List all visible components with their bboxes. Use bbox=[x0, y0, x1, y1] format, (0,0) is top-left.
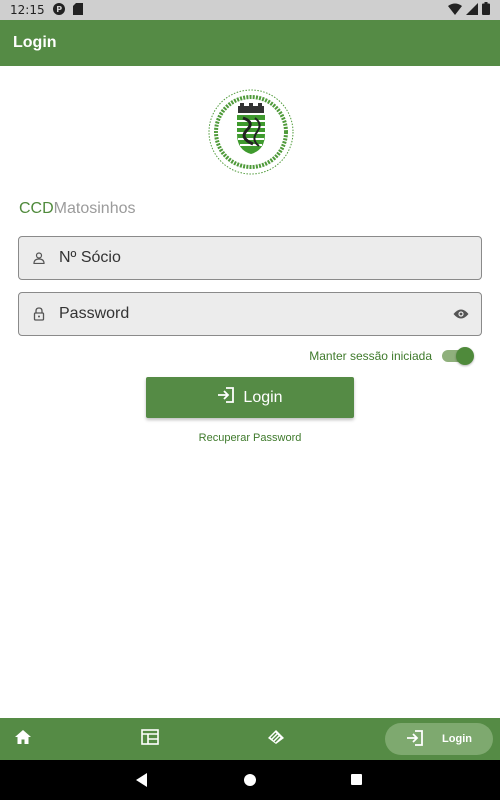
p-notification-icon: P bbox=[52, 2, 65, 18]
nav-login-label: Login bbox=[442, 733, 472, 745]
recover-password-link[interactable]: Recuperar Password bbox=[0, 432, 500, 444]
nav-calendar[interactable] bbox=[135, 718, 165, 760]
system-nav-bar bbox=[0, 760, 500, 800]
nav-cards[interactable] bbox=[261, 718, 291, 760]
password-field[interactable] bbox=[18, 292, 482, 336]
login-button-label: Login bbox=[243, 388, 283, 406]
remember-session-row: Manter sessão iniciada bbox=[309, 346, 474, 366]
calendar-icon bbox=[141, 728, 159, 750]
login-button[interactable]: Login bbox=[146, 377, 354, 418]
home-icon bbox=[15, 729, 31, 749]
nav-login[interactable]: Login bbox=[385, 723, 493, 755]
member-number-input[interactable] bbox=[59, 237, 481, 279]
signal-icon bbox=[466, 2, 478, 18]
nav-login-icon bbox=[406, 729, 424, 750]
person-icon bbox=[19, 252, 59, 264]
toggle-thumb bbox=[456, 347, 474, 365]
nav-home[interactable] bbox=[8, 718, 38, 760]
back-icon[interactable] bbox=[135, 772, 149, 793]
page-title: Login bbox=[13, 34, 57, 51]
show-password-icon[interactable] bbox=[441, 308, 481, 320]
system-home-icon[interactable] bbox=[244, 774, 256, 786]
status-time: 12:15 bbox=[10, 3, 45, 17]
battery-icon bbox=[482, 2, 490, 18]
member-number-field[interactable] bbox=[18, 236, 482, 280]
cards-icon bbox=[266, 729, 286, 750]
password-input[interactable] bbox=[59, 293, 441, 335]
login-icon bbox=[217, 386, 235, 409]
status-bar: 12:15 P bbox=[0, 0, 500, 20]
app-bar: Login bbox=[0, 20, 500, 66]
ccd-logo bbox=[207, 88, 295, 176]
recents-icon[interactable] bbox=[351, 774, 362, 785]
brand-ccd: CCD bbox=[19, 200, 54, 217]
brand-name: CCDMatosinhos bbox=[19, 200, 136, 218]
wifi-icon bbox=[448, 3, 462, 18]
remember-session-label: Manter sessão iniciada bbox=[309, 349, 432, 363]
remember-session-toggle[interactable] bbox=[442, 346, 474, 366]
svg-text:P: P bbox=[56, 5, 62, 14]
brand-matosinhos: Matosinhos bbox=[53, 200, 136, 217]
bottom-nav: Login bbox=[0, 718, 500, 760]
lock-icon bbox=[19, 307, 59, 321]
sd-card-icon bbox=[72, 2, 83, 18]
